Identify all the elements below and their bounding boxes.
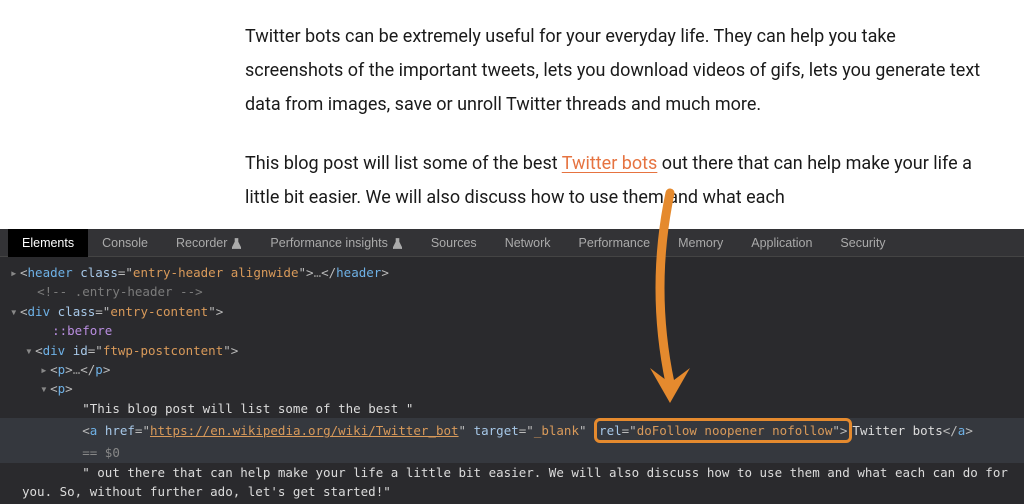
tab-recorder-label: Recorder	[176, 236, 227, 250]
rel-attribute-highlight: rel="doFollow noopener nofollow">	[594, 418, 852, 443]
code-line-comment[interactable]: <!-- .entry-header -->	[0, 282, 1024, 301]
code-line-p1[interactable]: ▸<p>…</p>	[0, 360, 1024, 379]
article-paragraph-2: This blog post will list some of the bes…	[245, 147, 984, 215]
devtools-tabs: Elements Console Recorder Performance in…	[0, 229, 1024, 257]
tab-console[interactable]: Console	[88, 229, 162, 257]
code-line-text1[interactable]: "This blog post will list some of the be…	[0, 399, 1024, 418]
elements-panel[interactable]: ▸<header class="entry-header alignwide">…	[0, 257, 1024, 504]
tab-network[interactable]: Network	[491, 229, 565, 257]
devtools-panel: Elements Console Recorder Performance in…	[0, 229, 1024, 504]
code-line-div-postcontent[interactable]: ▾<div id="ftwp-postcontent">	[0, 341, 1024, 360]
code-line-anchor[interactable]: <a href="https://en.wikipedia.org/wiki/T…	[0, 418, 1024, 443]
code-line-pseudo-before[interactable]: ::before	[0, 321, 1024, 340]
twitter-bots-link[interactable]: Twitter bots	[562, 153, 658, 174]
tab-perf-insights-label: Performance insights	[270, 236, 387, 250]
arrow-annotation	[635, 188, 715, 418]
flask-icon	[232, 238, 242, 248]
article-content: Twitter bots can be extremely useful for…	[0, 0, 1024, 259]
tab-recorder[interactable]: Recorder	[162, 229, 256, 257]
code-line-div-entry-content[interactable]: ▾<div class="entry-content">	[0, 302, 1024, 321]
code-line-text2[interactable]: " out there that can help make your life…	[0, 463, 1024, 502]
tab-sources[interactable]: Sources	[417, 229, 491, 257]
tab-security[interactable]: Security	[826, 229, 899, 257]
tab-performance-insights[interactable]: Performance insights	[256, 229, 416, 257]
flask-icon	[393, 238, 403, 248]
tab-application[interactable]: Application	[737, 229, 826, 257]
tab-elements[interactable]: Elements	[8, 229, 88, 257]
code-line-selected-marker: == $0	[0, 443, 1024, 462]
article-paragraph-1: Twitter bots can be extremely useful for…	[245, 20, 984, 123]
anchor-text-content: Twitter bots	[852, 423, 942, 438]
code-line-header[interactable]: ▸<header class="entry-header alignwide">…	[0, 263, 1024, 282]
paragraph-2-text-before: This blog post will list some of the bes…	[245, 153, 562, 174]
code-line-p2-open[interactable]: ▾<p>	[0, 379, 1024, 398]
